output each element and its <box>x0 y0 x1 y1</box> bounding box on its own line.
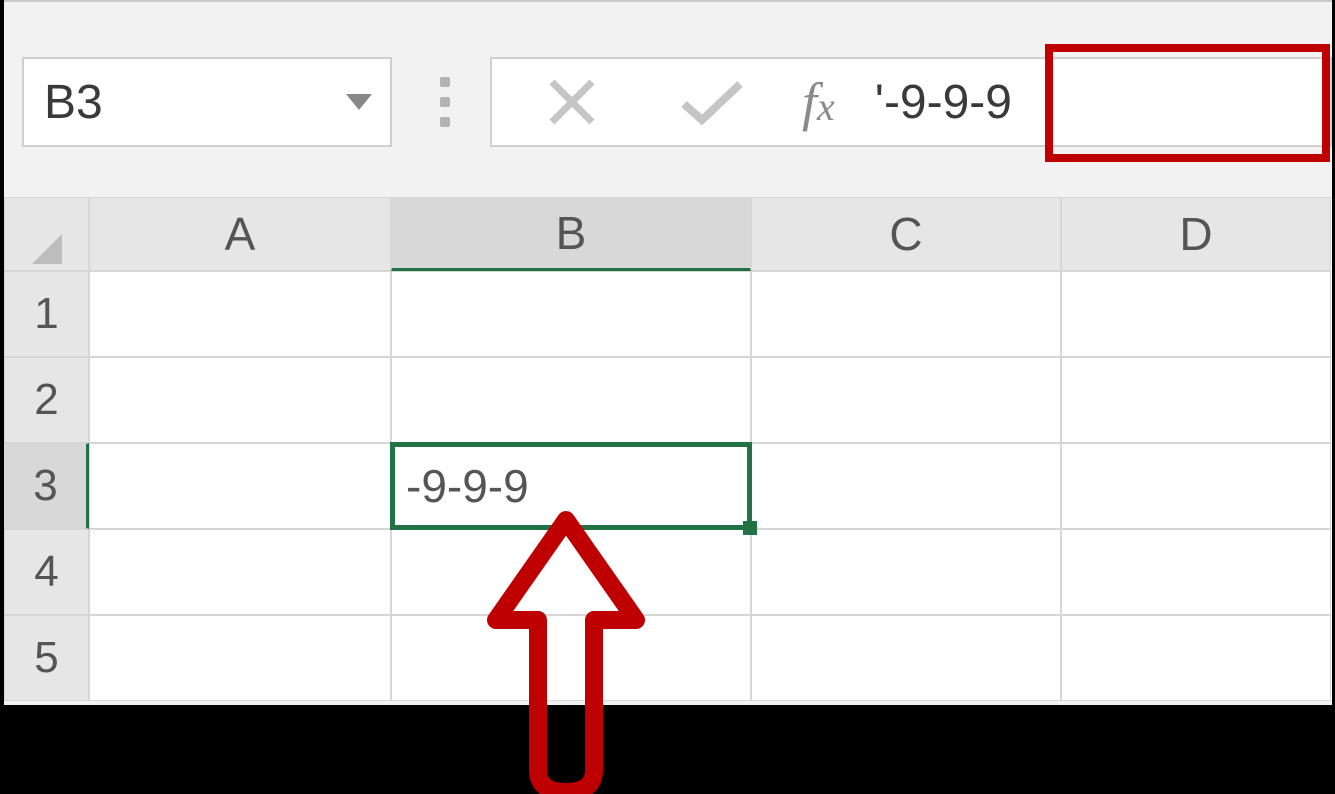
check-icon <box>680 78 744 126</box>
menu-icon[interactable] <box>430 77 460 127</box>
spreadsheet-panel: B3 <box>4 0 1332 705</box>
select-all-corner[interactable] <box>4 197 89 271</box>
row-header-5[interactable]: 5 <box>4 615 89 701</box>
column-header-row: A B C D <box>4 197 1332 271</box>
cell-C4[interactable] <box>751 529 1061 615</box>
spreadsheet-grid[interactable]: A B C D 1 2 3 <box>4 197 1332 701</box>
formula-bar-group: fx '-9-9-9 <box>490 57 1332 147</box>
cell-B2[interactable] <box>391 357 751 443</box>
row-2: 2 <box>4 357 1332 443</box>
x-icon <box>546 76 598 128</box>
cell-B3-value: -9-9-9 <box>406 459 529 513</box>
cell-D5[interactable] <box>1061 615 1331 701</box>
row-header-2[interactable]: 2 <box>4 357 89 443</box>
chevron-down-icon[interactable] <box>346 94 372 110</box>
cancel-button[interactable] <box>502 59 642 145</box>
cell-A1[interactable] <box>89 271 391 357</box>
row-header-3[interactable]: 3 <box>4 443 89 529</box>
formula-value: '-9-9-9 <box>875 75 1012 130</box>
fx-icon[interactable]: fx <box>782 71 855 133</box>
cell-C5[interactable] <box>751 615 1061 701</box>
column-header-C[interactable]: C <box>751 197 1061 271</box>
cell-C2[interactable] <box>751 357 1061 443</box>
cell-A2[interactable] <box>89 357 391 443</box>
fill-handle[interactable] <box>743 521 757 535</box>
row-3: 3 -9-9-9 <box>4 443 1332 529</box>
row-1: 1 <box>4 271 1332 357</box>
column-header-A[interactable]: A <box>89 197 391 271</box>
cell-A3[interactable] <box>89 443 391 529</box>
enter-button[interactable] <box>642 59 782 145</box>
cell-C1[interactable] <box>751 271 1061 357</box>
name-box[interactable]: B3 <box>22 57 392 147</box>
cell-D4[interactable] <box>1061 529 1331 615</box>
row-header-4[interactable]: 4 <box>4 529 89 615</box>
cell-B4[interactable] <box>391 529 751 615</box>
formula-bar: B3 <box>4 32 1332 172</box>
cell-A5[interactable] <box>89 615 391 701</box>
cell-D3[interactable] <box>1061 443 1331 529</box>
cell-D1[interactable] <box>1061 271 1331 357</box>
cell-B5[interactable] <box>391 615 751 701</box>
cell-D2[interactable] <box>1061 357 1331 443</box>
row-header-1[interactable]: 1 <box>4 271 89 357</box>
formula-input[interactable]: '-9-9-9 <box>855 59 1330 145</box>
column-header-B[interactable]: B <box>391 197 751 271</box>
cell-C3[interactable] <box>751 443 1061 529</box>
app-frame: B3 <box>0 0 1335 794</box>
row-4: 4 <box>4 529 1332 615</box>
name-box-value: B3 <box>44 75 103 130</box>
row-5: 5 <box>4 615 1332 701</box>
cell-A4[interactable] <box>89 529 391 615</box>
cell-B3[interactable]: -9-9-9 <box>391 443 751 529</box>
cell-B1[interactable] <box>391 271 751 357</box>
column-header-D[interactable]: D <box>1061 197 1331 271</box>
